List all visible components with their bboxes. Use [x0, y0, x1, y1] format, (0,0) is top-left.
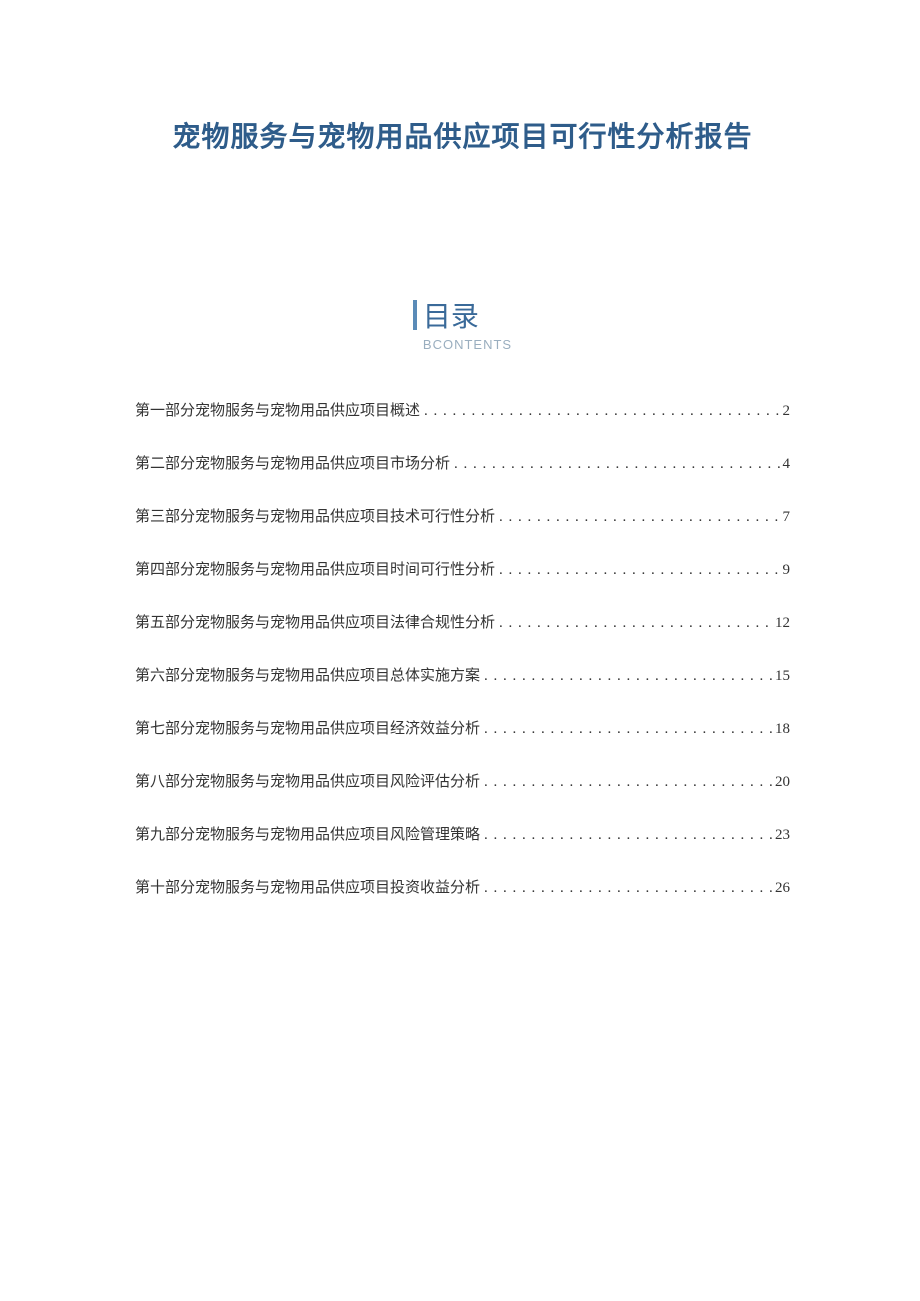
toc-item-label: 第八部分宠物服务与宠物用品供应项目风险评估分析	[135, 770, 480, 791]
toc-item-label: 第二部分宠物服务与宠物用品供应项目市场分析	[135, 452, 450, 473]
document-title: 宠物服务与宠物用品供应项目可行性分析报告	[135, 115, 790, 155]
toc-item-label: 第四部分宠物服务与宠物用品供应项目时间可行性分析	[135, 558, 495, 579]
toc-item[interactable]: 第九部分宠物服务与宠物用品供应项目风险管理策略 23	[135, 823, 790, 844]
toc-item[interactable]: 第八部分宠物服务与宠物用品供应项目风险评估分析 20	[135, 770, 790, 791]
toc-leader-dots-icon	[480, 880, 775, 897]
toc-item-page: 15	[775, 668, 790, 685]
toc-header-inner: 目录 BCONTENTS	[413, 295, 512, 352]
document-page: 宠物服务与宠物用品供应项目可行性分析报告 目录 BCONTENTS 第一部分宠物…	[0, 0, 920, 897]
toc-item-label: 第九部分宠物服务与宠物用品供应项目风险管理策略	[135, 823, 480, 844]
toc-item[interactable]: 第一部分宠物服务与宠物用品供应项目概述 2	[135, 399, 790, 420]
toc-item[interactable]: 第七部分宠物服务与宠物用品供应项目经济效益分析 18	[135, 717, 790, 738]
toc-item[interactable]: 第四部分宠物服务与宠物用品供应项目时间可行性分析 9	[135, 558, 790, 579]
toc-item-page: 26	[775, 880, 790, 897]
toc-item[interactable]: 第六部分宠物服务与宠物用品供应项目总体实施方案 15	[135, 664, 790, 685]
toc-list: 第一部分宠物服务与宠物用品供应项目概述 2 第二部分宠物服务与宠物用品供应项目市…	[135, 399, 790, 897]
toc-title-row: 目录	[413, 295, 512, 335]
toc-item-label: 第三部分宠物服务与宠物用品供应项目技术可行性分析	[135, 505, 495, 526]
toc-leader-dots-icon	[495, 562, 782, 579]
toc-heading: 目录	[423, 295, 479, 335]
toc-header: 目录 BCONTENTS	[135, 295, 790, 354]
toc-item-page: 20	[775, 774, 790, 791]
toc-item[interactable]: 第十部分宠物服务与宠物用品供应项目投资收益分析 26	[135, 876, 790, 897]
toc-leader-dots-icon	[420, 403, 782, 420]
toc-item-label: 第一部分宠物服务与宠物用品供应项目概述	[135, 399, 420, 420]
toc-item[interactable]: 第五部分宠物服务与宠物用品供应项目法律合规性分析 12	[135, 611, 790, 632]
toc-item[interactable]: 第二部分宠物服务与宠物用品供应项目市场分析 4	[135, 452, 790, 473]
toc-item-page: 7	[783, 509, 791, 526]
toc-item-label: 第十部分宠物服务与宠物用品供应项目投资收益分析	[135, 876, 480, 897]
toc-item-label: 第五部分宠物服务与宠物用品供应项目法律合规性分析	[135, 611, 495, 632]
toc-item-page: 9	[783, 562, 791, 579]
toc-leader-dots-icon	[480, 721, 775, 738]
toc-leader-dots-icon	[495, 615, 775, 632]
toc-item-page: 12	[775, 615, 790, 632]
toc-leader-dots-icon	[450, 456, 782, 473]
toc-item-label: 第七部分宠物服务与宠物用品供应项目经济效益分析	[135, 717, 480, 738]
toc-leader-dots-icon	[480, 774, 775, 791]
toc-item-page: 18	[775, 721, 790, 738]
toc-item-page: 2	[783, 403, 791, 420]
toc-item-page: 23	[775, 827, 790, 844]
toc-leader-dots-icon	[480, 827, 775, 844]
toc-item-label: 第六部分宠物服务与宠物用品供应项目总体实施方案	[135, 664, 480, 685]
toc-leader-dots-icon	[495, 509, 782, 526]
toc-item[interactable]: 第三部分宠物服务与宠物用品供应项目技术可行性分析 7	[135, 505, 790, 526]
toc-subheading: BCONTENTS	[423, 337, 512, 352]
toc-accent-bar-icon	[413, 300, 417, 330]
toc-item-page: 4	[783, 456, 791, 473]
toc-leader-dots-icon	[480, 668, 775, 685]
